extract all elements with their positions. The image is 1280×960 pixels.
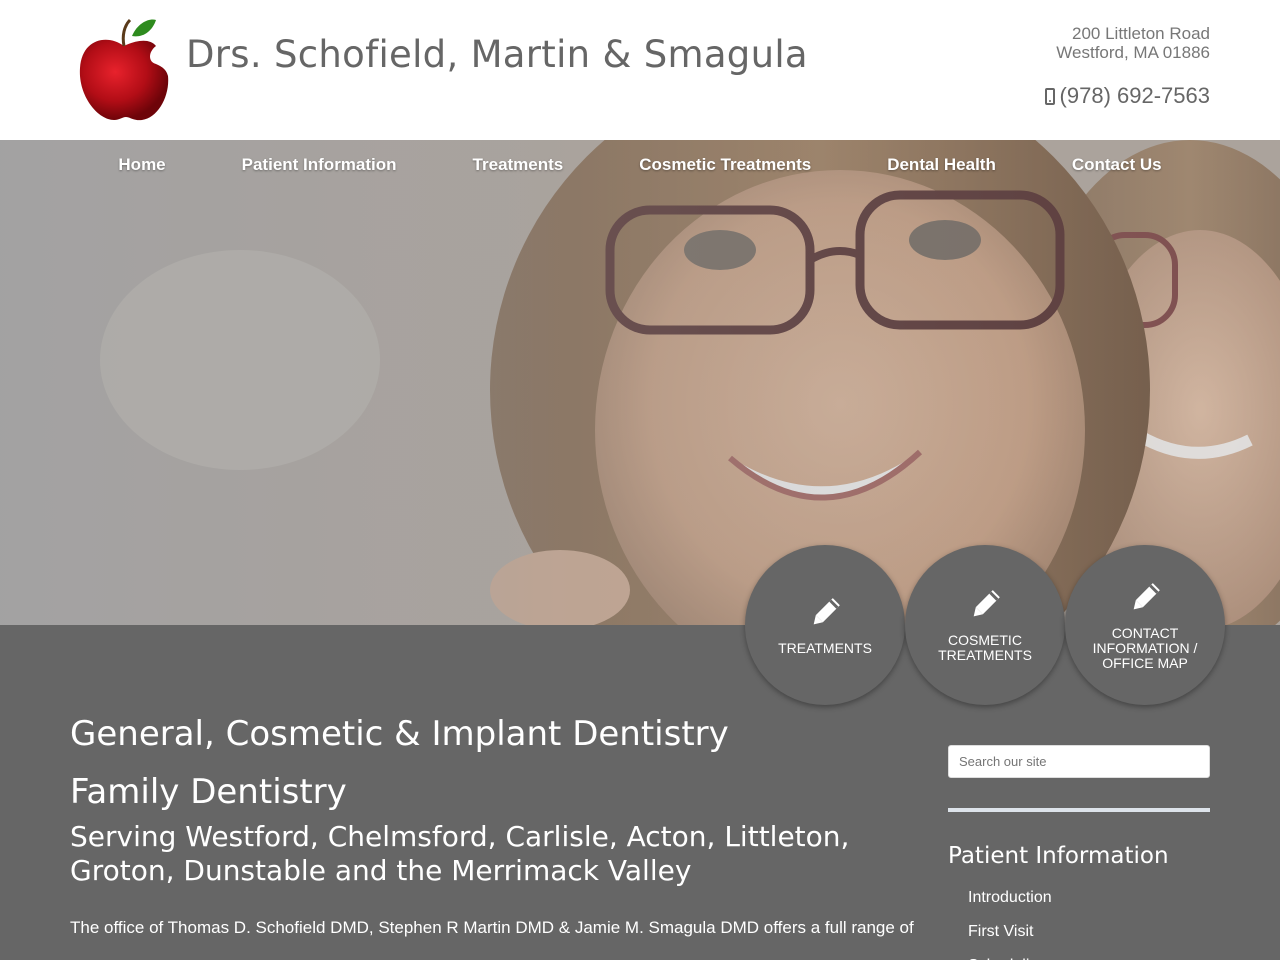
phone-number[interactable]: (978) 692-7563 [1044, 83, 1210, 109]
address-line-2: Westford, MA 01886 [1056, 43, 1210, 62]
service-area-heading: Serving Westford, Chelmsford, Carlisle, … [70, 820, 850, 887]
site-title[interactable]: Drs. Schofield, Martin & Smagula [186, 33, 808, 76]
intro-paragraph: The office of Thomas D. Schofield DMD, S… [70, 918, 914, 937]
apple-logo-icon[interactable] [78, 16, 170, 124]
pencil-icon [973, 590, 1000, 617]
nav-patient-information[interactable]: Patient Information [204, 140, 435, 190]
main-content: General, Cosmetic & Implant Dentistry Fa… [70, 712, 920, 940]
treatments-circle-button[interactable]: TREATMENTS [745, 545, 905, 705]
phone-text[interactable]: (978) 692-7563 [1060, 83, 1210, 109]
nav-contact-us[interactable]: Contact Us [1034, 140, 1200, 190]
address: 200 Littleton Road Westford, MA 01886 [1056, 24, 1210, 62]
circle-label: TREATMENTS [778, 639, 872, 656]
sidebar-item-scheduling[interactable]: Scheduling [968, 949, 1210, 960]
address-line-1: 200 Littleton Road [1072, 24, 1210, 43]
hero-image [0, 140, 1280, 625]
search-input[interactable] [948, 745, 1210, 778]
main-nav: Home Patient Information Treatments Cosm… [0, 140, 1280, 190]
nav-treatments[interactable]: Treatments [435, 140, 602, 190]
page-heading: General, Cosmetic & Implant Dentistry [70, 714, 729, 754]
sidebar-item-first-visit[interactable]: First Visit [968, 915, 1210, 949]
nav-home[interactable]: Home [80, 140, 203, 190]
pencil-icon [813, 597, 840, 624]
sidebar-item-introduction[interactable]: Introduction [968, 881, 1210, 915]
circle-label: COSMETIC TREATMENTS [938, 632, 1032, 663]
sidebar-list: Introduction First Visit Scheduling [948, 881, 1210, 960]
sidebar-heading[interactable]: Patient Information [948, 843, 1210, 869]
cosmetic-treatments-circle-button[interactable]: COSMETIC TREATMENTS [905, 545, 1065, 705]
subheading-family-dentistry: Family Dentistry [70, 772, 347, 812]
pencil-icon [1133, 582, 1160, 609]
site-header: Drs. Schofield, Martin & Smagula 200 Lit… [0, 0, 1280, 140]
nav-dental-health[interactable]: Dental Health [849, 140, 1034, 190]
sidebar: Patient Information Introduction First V… [948, 745, 1210, 960]
mobile-phone-icon [1044, 87, 1055, 105]
nav-cosmetic-treatments[interactable]: Cosmetic Treatments [601, 140, 849, 190]
circle-label: CONTACT INFORMATION / OFFICE MAP [1092, 624, 1198, 671]
contact-map-circle-button[interactable]: CONTACT INFORMATION / OFFICE MAP [1065, 545, 1225, 705]
hero-illustration [0, 140, 1280, 625]
divider [948, 808, 1210, 812]
